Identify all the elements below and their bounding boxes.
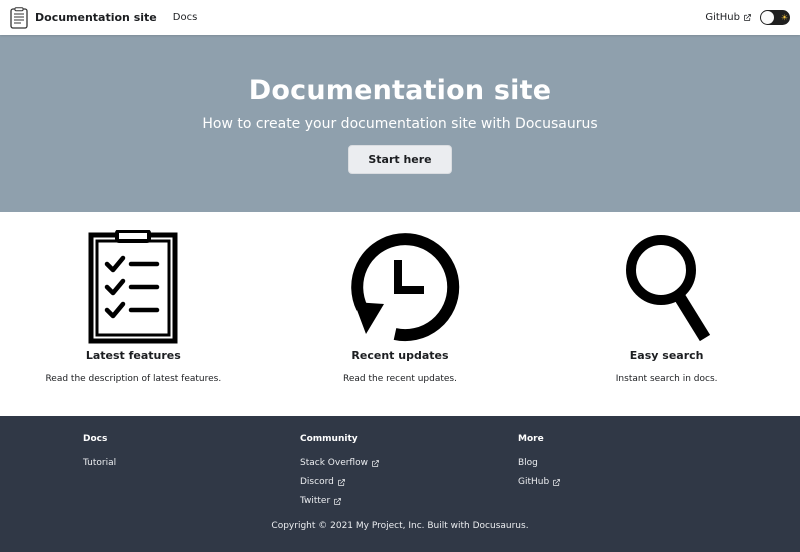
feature-description: Read the recent updates. (342, 374, 457, 384)
feature-title: Latest features (85, 349, 181, 362)
footer-link-github[interactable]: GitHub (518, 477, 718, 487)
footer-link-stack-overflow[interactable]: Stack Overflow (300, 458, 500, 468)
feature-title: Recent updates (351, 349, 449, 362)
footer-link-twitter[interactable]: Twitter (300, 496, 500, 506)
hero-subtitle: How to create your documentation site wi… (202, 116, 598, 132)
footer-column-docs: Docs Tutorial (83, 434, 283, 477)
history-clock-icon (351, 233, 460, 342)
footer-link-label: Blog (518, 458, 538, 468)
footer-link-blog[interactable]: Blog (518, 458, 718, 468)
external-link-icon (744, 14, 751, 21)
footer-link-label: GitHub (518, 477, 550, 487)
footer-link-tutorial[interactable]: Tutorial (83, 458, 283, 468)
footer-copyright: Copyright © 2021 My Project, Inc. Built … (271, 521, 529, 531)
external-link-icon (553, 478, 561, 486)
footer-link-label: Discord (300, 477, 334, 487)
clipboard-checklist-icon (88, 230, 178, 344)
footer-link-label: Stack Overflow (300, 458, 368, 468)
footer-column-more: More Blog GitHub (518, 434, 718, 496)
footer-link-label: Twitter (300, 496, 331, 506)
external-link-icon (337, 478, 345, 486)
external-link-icon (372, 459, 379, 467)
feature-description: Read the description of latest features. (45, 374, 222, 384)
hero-title: Documentation site (248, 75, 552, 106)
docs-logo-icon (10, 6, 28, 29)
footer: Docs Tutorial Community Stack Overflow D… (0, 416, 800, 552)
footer-column-title: Docs (83, 434, 108, 444)
nav-link-docs[interactable]: Docs (173, 12, 198, 23)
toggle-knob (761, 11, 774, 24)
features-section: Latest features Read the description of … (0, 212, 800, 416)
navbar-brand[interactable]: Documentation site (10, 6, 157, 29)
navbar-title: Documentation site (35, 11, 157, 24)
start-here-button[interactable]: Start here (348, 145, 452, 174)
nav-link-github[interactable]: GitHub (705, 12, 752, 23)
feature-easy-search: Easy search Instant search in docs. (533, 212, 800, 416)
navbar-right: GitHub ☀ (705, 10, 790, 25)
hero-banner: Documentation site How to create your do… (0, 35, 800, 212)
footer-column-community: Community Stack Overflow Discord Twitter (300, 434, 500, 515)
footer-column-title: Community (300, 434, 358, 444)
footer-link-discord[interactable]: Discord (300, 477, 500, 487)
feature-title: Easy search (629, 349, 704, 362)
sun-icon: ☀ (780, 12, 788, 22)
feature-description: Instant search in docs. (615, 374, 718, 384)
feature-latest: Latest features Read the description of … (0, 212, 267, 416)
external-link-icon (334, 497, 342, 505)
nav-link-github-label: GitHub (705, 12, 740, 23)
magnifier-icon (625, 235, 710, 342)
theme-toggle[interactable]: ☀ (760, 10, 790, 25)
footer-link-label: Tutorial (83, 458, 117, 468)
navbar: Documentation site Docs GitHub ☀ (0, 0, 800, 35)
footer-column-title: More (518, 434, 544, 444)
feature-recent-updates: Recent updates Read the recent updates. (267, 212, 534, 416)
